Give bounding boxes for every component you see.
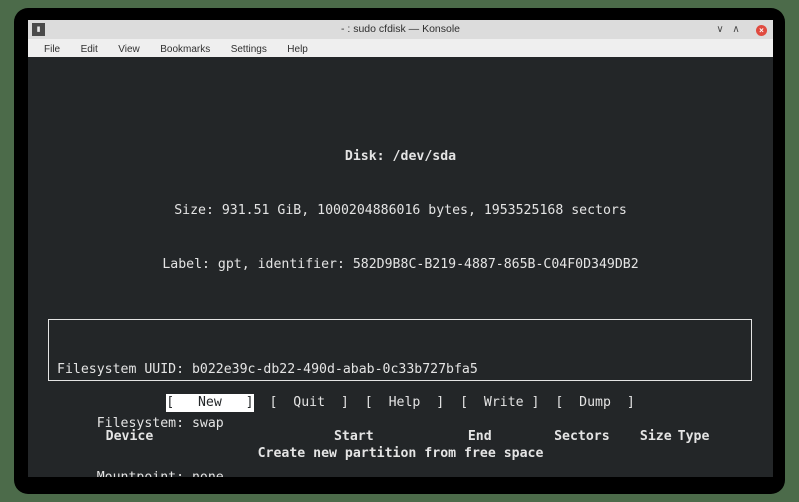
terminal-screen[interactable]: Disk: /dev/sda Size: 931.51 GiB, 1000204…: [28, 57, 773, 477]
action-button-row: [ New ] [ Quit ] [ Help ] [ Write ] [ Du…: [28, 394, 773, 412]
partition-info-box: Filesystem UUID: b022e39c-db22-490d-abab…: [48, 319, 752, 477]
button-gap: [444, 395, 460, 410]
help-button[interactable]: [ Help ]: [365, 394, 444, 412]
button-gap: [254, 395, 270, 410]
disk-size-line: Size: 931.51 GiB, 1000204886016 bytes, 1…: [174, 203, 627, 218]
minimize-icon[interactable]: ∨: [713, 20, 727, 39]
info-filesystem-uuid: Filesystem UUID: b022e39c-db22-490d-abab…: [57, 362, 478, 377]
disk-title: Disk: /dev/sda: [344, 149, 457, 164]
quit-button[interactable]: [ Quit ]: [269, 394, 348, 412]
write-button[interactable]: [ Write ]: [460, 394, 539, 412]
window-titlebar: ▮ - : sudo cfdisk — Konsole ∨ ∧ ×: [28, 20, 773, 39]
disk-label-line: Label: gpt, identifier: 582D9B8C-B219-48…: [162, 257, 639, 272]
maximize-icon[interactable]: ∧: [729, 20, 743, 39]
status-line: Create new partition from free space: [257, 446, 544, 461]
button-gap: [349, 395, 365, 410]
info-filesystem: Filesystem: swap: [57, 416, 224, 431]
window-title: - : sudo cfdisk — Konsole: [340, 23, 461, 35]
window-bottom-edge: [28, 477, 773, 479]
menubar: File Edit View Bookmarks Settings Help: [28, 39, 773, 57]
new-button[interactable]: [ New ]: [166, 394, 254, 412]
button-gap: [539, 395, 555, 410]
dump-button[interactable]: [ Dump ]: [555, 394, 634, 412]
info-mountpoint: Mountpoint: none: [57, 469, 751, 477]
disk-header: Disk: /dev/sda Size: 931.51 GiB, 1000204…: [28, 112, 773, 310]
close-icon[interactable]: ×: [756, 24, 767, 36]
